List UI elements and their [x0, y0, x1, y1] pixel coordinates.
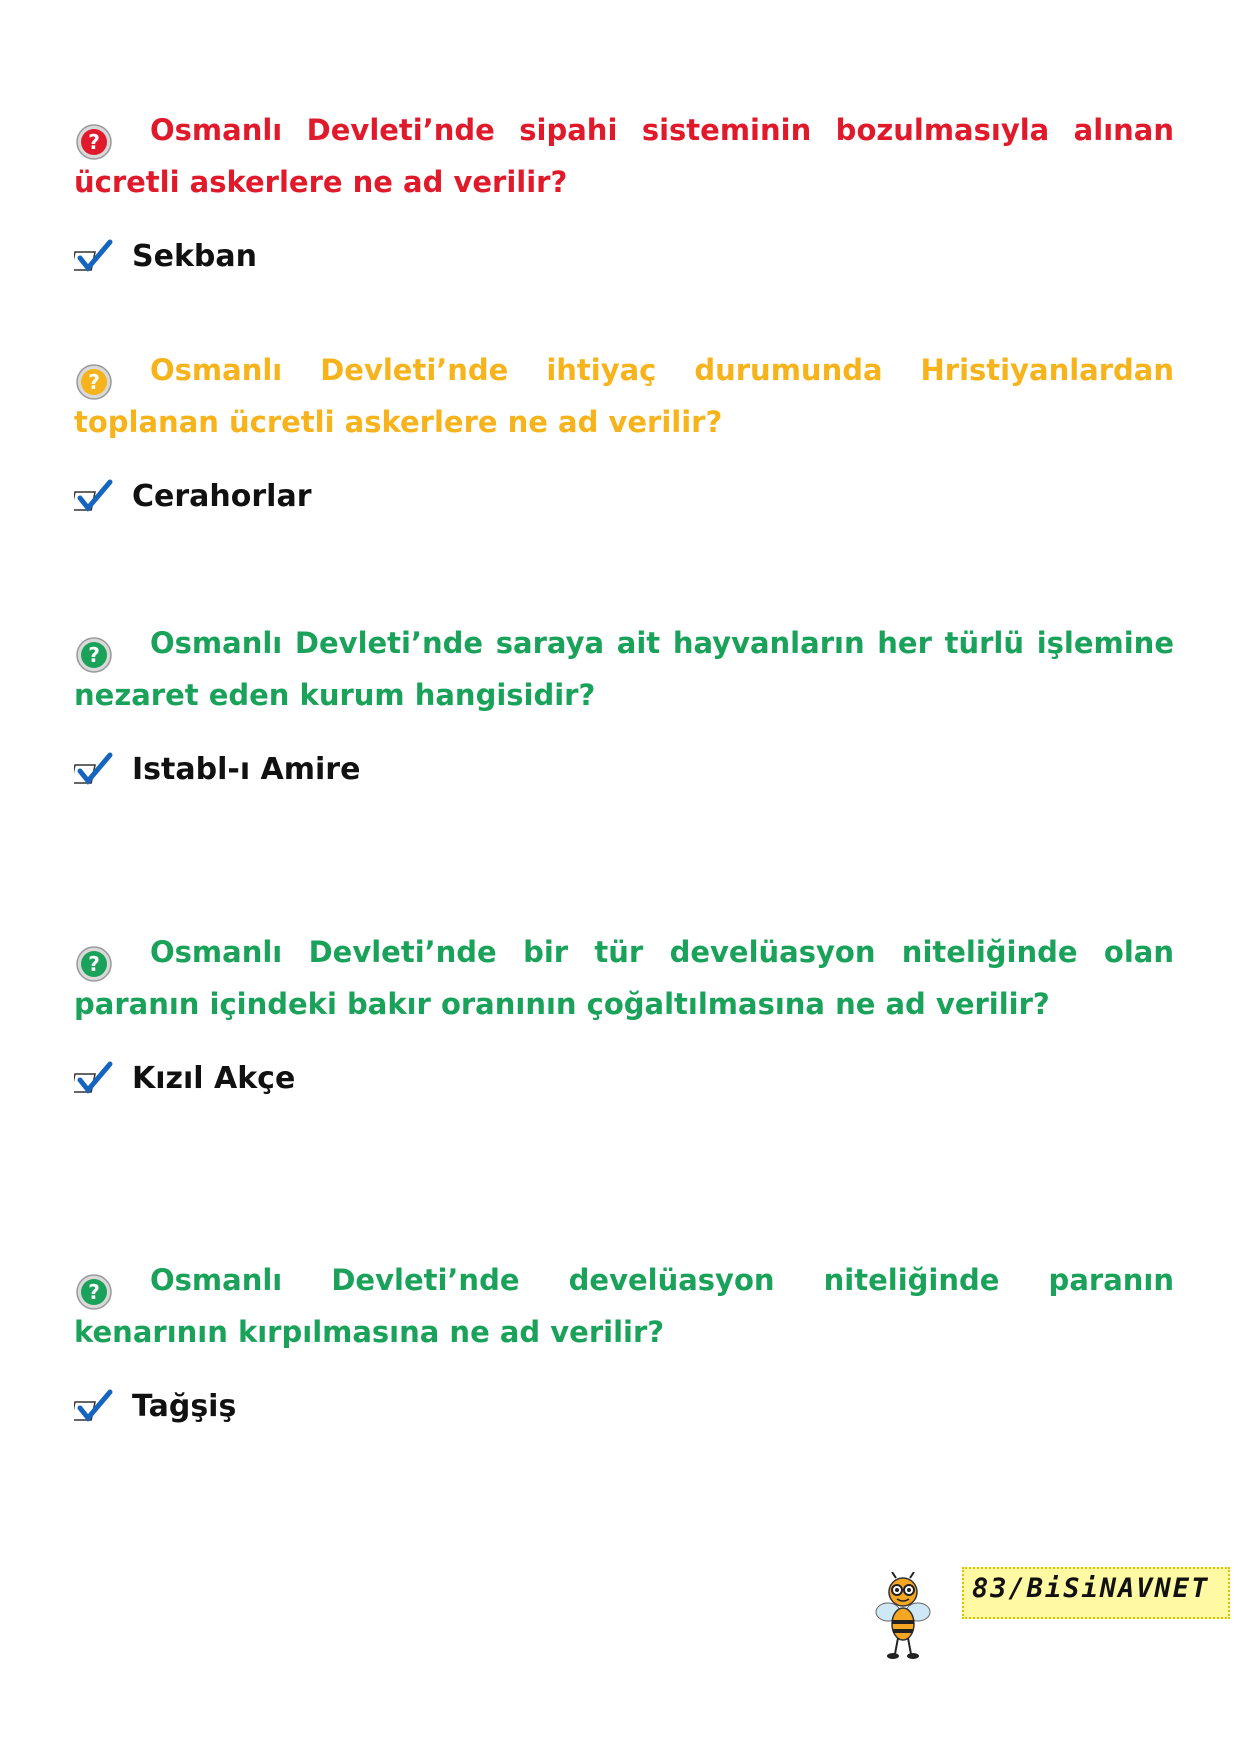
bee-mascot-icon — [875, 1572, 931, 1659]
qa-block-5: ? Osmanlı Devleti’nde develüasyon niteli… — [74, 1254, 1174, 1424]
page-number-badge: 83/BiSiNAVNET — [962, 1567, 1230, 1619]
question-text: Osmanlı Devleti’nde bir tür develüasyon … — [74, 935, 1174, 1021]
answer-row: Cerahorlar — [74, 478, 312, 514]
qa-block-1: ? Osmanlı Devleti’nde sipahi sisteminin … — [74, 104, 1174, 274]
question-text: Osmanlı Devleti’nde saraya ait hayvanlar… — [74, 626, 1174, 712]
checkmark-icon — [74, 239, 113, 272]
qa-block-3: ? Osmanlı Devleti’nde saraya ait hayvanl… — [74, 617, 1174, 787]
question-text: Osmanlı Devleti’nde develüasyon niteliği… — [74, 1263, 1174, 1349]
answer-text: Istabl-ı Amire — [132, 751, 361, 787]
question-text: Osmanlı Devleti’nde ihtiyaç durumunda Hr… — [74, 353, 1174, 439]
answer-row: Istabl-ı Amire — [74, 751, 360, 787]
answer-text: Tağşiş — [132, 1388, 237, 1424]
qa-block-2: ? Osmanlı Devleti’nde ihtiyaç durumunda … — [74, 344, 1174, 514]
question-text: Osmanlı Devleti’nde sipahi sisteminin bo… — [74, 113, 1174, 199]
answer-text: Cerahorlar — [132, 478, 312, 514]
answer-row: Sekban — [74, 238, 257, 274]
answer-row: Kızıl Akçe — [74, 1060, 295, 1096]
qa-block-4: ? Osmanlı Devleti’nde bir tür develüasyo… — [74, 926, 1174, 1096]
checkmark-icon — [74, 752, 113, 785]
answer-text: Sekban — [132, 238, 257, 274]
answer-row: Tağşiş — [74, 1388, 236, 1424]
checkmark-icon — [74, 1061, 113, 1094]
checkmark-icon — [74, 479, 113, 512]
answer-text: Kızıl Akçe — [132, 1060, 296, 1096]
checkmark-icon — [74, 1389, 113, 1422]
